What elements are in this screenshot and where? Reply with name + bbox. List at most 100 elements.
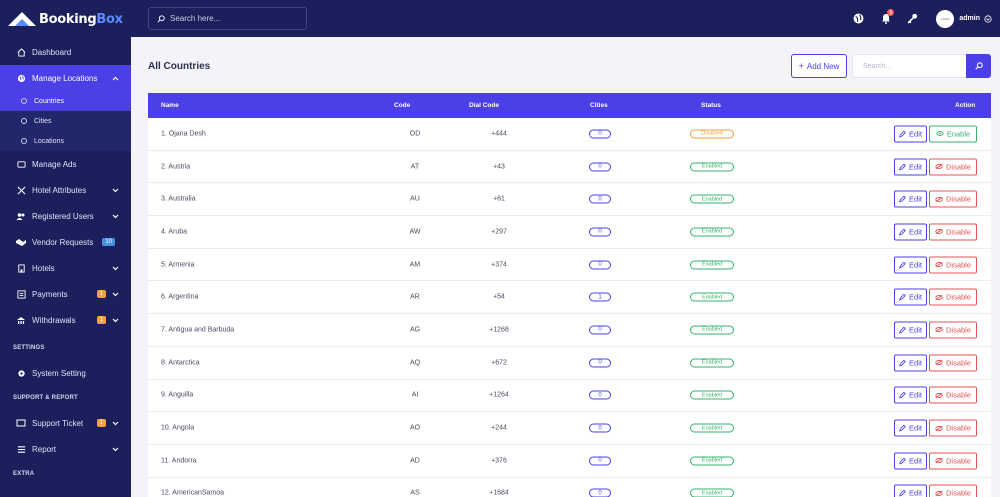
edit-button[interactable]: Edit [894, 386, 927, 404]
table-header: Name Code Dial Code Cities Status Action [148, 93, 991, 118]
disable-button[interactable]: Disable [929, 223, 977, 241]
country-name: 11. Andorra [161, 457, 197, 465]
cities-count-badge[interactable]: 0 [589, 129, 611, 139]
sidebar-item-withdrawals[interactable]: Withdrawals 1 [0, 307, 131, 333]
sidebar-nav: Dashboard Manage Locations Countries Cit… [0, 38, 131, 486]
sidebar-item-label: Withdrawals [32, 315, 76, 325]
column-header-dial-code[interactable]: Dial Code [469, 102, 499, 109]
toggle-label: Disable [945, 227, 971, 237]
search-icon [974, 62, 983, 70]
cities-count-badge[interactable]: 0 [589, 194, 611, 204]
column-header-code[interactable]: Code [394, 102, 410, 109]
cities-count-badge[interactable]: 0 [589, 488, 611, 497]
support-ticket-badge: 1 [96, 419, 106, 427]
disable-button[interactable]: Disable [929, 484, 977, 497]
add-new-button[interactable]: + Add New [791, 54, 847, 78]
sidebar-item-hotel-attributes[interactable]: Hotel Attributes [0, 177, 131, 203]
country-code: AG [409, 326, 421, 334]
eye-off-icon [935, 229, 946, 235]
table-row: 6. Argentina AR +54 1 Enabled Edit Disable [148, 281, 991, 315]
sidebar-subitem-cities[interactable]: Cities [0, 111, 131, 131]
sidebar-item-registered-users[interactable]: Registered Users [0, 203, 131, 229]
pencil-icon [899, 195, 909, 203]
country-name: 10. Angola [161, 424, 195, 432]
disable-button[interactable]: Disable [929, 321, 977, 339]
cities-count-badge[interactable]: 1 [589, 292, 611, 302]
sidebar-item-dashboard[interactable]: Dashboard [0, 39, 131, 65]
eye-off-icon [935, 457, 946, 464]
chevron-down-circle-icon[interactable] [984, 10, 992, 28]
enable-button[interactable]: Enable [929, 125, 977, 143]
disable-button[interactable]: Disable [929, 354, 977, 372]
edit-button[interactable]: Edit [894, 158, 927, 176]
column-header-status[interactable]: Status [701, 102, 721, 109]
edit-button[interactable]: Edit [894, 256, 927, 274]
pencil-icon [899, 228, 909, 236]
sidebar-item-label: Vendor Requests [32, 237, 94, 247]
disable-button[interactable]: Disable [929, 419, 977, 437]
sidebar-item-system-setting[interactable]: System Setting [0, 360, 131, 386]
sidebar-item-hotels[interactable]: Hotels [0, 255, 131, 281]
column-header-cities[interactable]: Cities [590, 102, 608, 109]
edit-button[interactable]: Edit [894, 190, 927, 208]
edit-label: Edit [909, 162, 922, 172]
sidebar-item-vendor-requests[interactable]: Vendor Requests 10 [0, 229, 131, 255]
edit-button[interactable]: Edit [894, 484, 927, 497]
sidebar-item-payments[interactable]: Payments 1 [0, 281, 131, 307]
sidebar-item-support-ticket[interactable]: Support Ticket 1 [0, 410, 131, 436]
user-name[interactable]: admin [959, 15, 980, 22]
cities-count-badge[interactable]: 0 [589, 227, 611, 237]
country-code: OD [409, 130, 421, 138]
table-row: 12. AmericanSamoa AS +1684 0 Enabled Edit Disa… [148, 478, 991, 497]
sidebar-item-label: Registered Users [32, 211, 94, 221]
cities-count-badge[interactable]: 0 [589, 162, 611, 172]
edit-label: Edit [909, 358, 922, 368]
column-header-action: Action [955, 102, 976, 109]
table-row: 3. Australia AU +61 0 Enabled Edit Disable [148, 183, 991, 217]
cities-count-badge[interactable]: 0 [589, 260, 611, 270]
disable-button[interactable]: Disable [929, 452, 977, 470]
sidebar-subitem-countries[interactable]: Countries [0, 91, 131, 111]
edit-button[interactable]: Edit [894, 321, 927, 339]
sidebar-subitem-locations[interactable]: Locations [0, 131, 131, 151]
language-button[interactable] [846, 0, 870, 37]
global-search-input[interactable]: Search here... [148, 7, 307, 30]
avatar[interactable]: LOGO [936, 9, 955, 28]
notifications-button[interactable]: 6 [874, 0, 898, 37]
edit-button[interactable]: Edit [894, 288, 927, 306]
brand-logo[interactable]: BookingBox [0, 0, 131, 38]
withdraw-icon [16, 315, 26, 325]
cities-count-badge[interactable]: 0 [589, 423, 611, 433]
sidebar-item-manage-locations[interactable]: Manage Locations [0, 65, 131, 91]
edit-button[interactable]: Edit [894, 125, 927, 143]
edit-button[interactable]: Edit [894, 452, 927, 470]
edit-label: Edit [909, 456, 922, 466]
disable-button[interactable]: Disable [929, 288, 977, 306]
sidebar-item-report[interactable]: Report [0, 436, 131, 462]
column-header-name[interactable]: Name [161, 102, 179, 109]
dial-code: +444 [491, 130, 507, 138]
eye-off-icon [935, 392, 946, 399]
disable-button[interactable]: Disable [929, 386, 977, 404]
disable-button[interactable]: Disable [929, 158, 977, 176]
change-password-button[interactable] [900, 0, 924, 37]
cities-count-badge[interactable]: 0 [589, 456, 611, 466]
edit-label: Edit [909, 423, 922, 433]
sidebar-item-manage-ads[interactable]: Manage Ads [0, 151, 131, 177]
pencil-icon [899, 457, 909, 465]
disable-button[interactable]: Disable [929, 256, 977, 274]
table-search-input[interactable] [863, 62, 953, 70]
table-search-button[interactable] [966, 54, 991, 78]
edit-button[interactable]: Edit [894, 419, 927, 437]
cities-count-badge[interactable]: 0 [589, 358, 611, 368]
eye-off-icon [935, 163, 946, 170]
chevron-up-icon [112, 74, 119, 83]
cities-count-badge[interactable]: 0 [589, 390, 611, 400]
edit-button[interactable]: Edit [894, 354, 927, 372]
disable-button[interactable]: Disable [929, 190, 977, 208]
cities-count-badge[interactable]: 0 [589, 325, 611, 335]
ads-icon [16, 159, 26, 169]
dial-code: +374 [491, 261, 507, 269]
dial-code: +1264 [489, 391, 509, 399]
edit-button[interactable]: Edit [894, 223, 927, 241]
